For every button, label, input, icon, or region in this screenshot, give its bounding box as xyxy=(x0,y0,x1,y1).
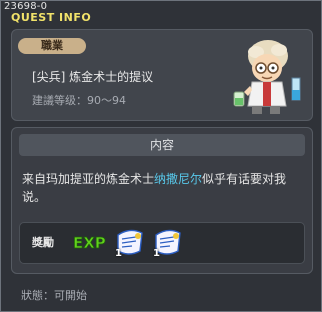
reward-box: 獎勵 EXP 1 1 xyxy=(19,222,305,264)
quest-description: 来自玛加提亚的炼金术士纳撒尼尔似乎有话要对我说。 xyxy=(22,170,302,206)
reward-label: 獎勵 xyxy=(32,236,54,249)
reward-item-qty: 1 xyxy=(115,248,122,259)
reward-item-1[interactable]: 1 xyxy=(114,227,146,259)
quest-type-badge: 職業 xyxy=(18,38,86,54)
npc-portrait-icon xyxy=(233,40,301,114)
content-panel: 内容 来自玛加提亚的炼金术士纳撒尼尔似乎有话要对我说。 獎勵 EXP 1 1 xyxy=(11,127,313,274)
window-title: QUEST INFO xyxy=(11,11,92,24)
reward-item-qty: 1 xyxy=(153,248,160,259)
npc-name: 纳撒尼尔 xyxy=(154,172,203,186)
desc-prefix: 来自玛加提亚的炼金术士 xyxy=(22,172,155,186)
quest-info-card: 職業 [尖兵] 炼金术士的提议 建議等级：90～94 xyxy=(11,29,313,121)
content-header: 内容 xyxy=(19,134,305,156)
quest-info-window: 23698-0 QUEST INFO 職業 [尖兵] 炼金术士的提议 建議等级：… xyxy=(0,0,322,312)
exp-icon[interactable]: EXP xyxy=(72,233,110,251)
exp-text: EXP xyxy=(73,234,106,251)
recommended-level: 建議等级：90～94 xyxy=(32,94,126,107)
reward-item-2[interactable]: 1 xyxy=(152,227,184,259)
quest-name: [尖兵] 炼金术士的提议 xyxy=(32,70,154,84)
quest-status: 狀態：可開始 xyxy=(21,289,87,302)
title-bar[interactable]: QUEST INFO xyxy=(1,11,321,27)
